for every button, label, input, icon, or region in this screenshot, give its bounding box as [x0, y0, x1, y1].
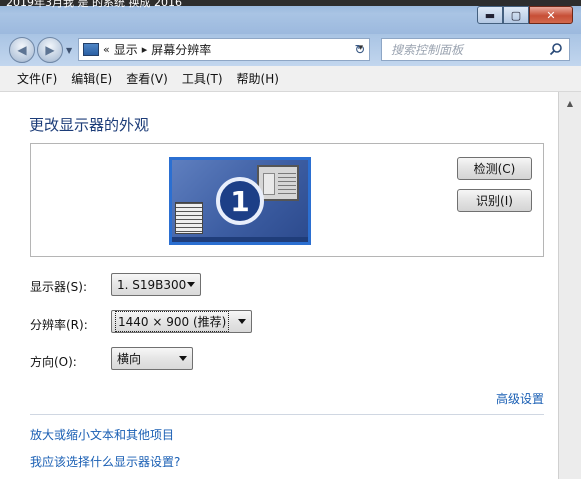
page-title: 更改显示器的外观 [29, 116, 150, 134]
display-select[interactable]: 1. S19B300 [111, 273, 201, 296]
monitor-number-badge: 1 [216, 177, 264, 225]
menu-bar: 文件(F) 编辑(E) 查看(V) 工具(T) 帮助(H) [0, 66, 581, 92]
breadcrumb-overflow[interactable]: « [103, 43, 110, 56]
content-pane: 更改显示器的外观 1 检测(C) 识别(I) 显示器(S): 1. S19B30… [0, 92, 558, 479]
divider [30, 414, 544, 415]
address-bar[interactable]: « 显示 ▸ 屏幕分辨率 ▾ [78, 38, 370, 61]
title-bar: 2019年3月我 是 的系统 换成 2016 ▬ ▢ ✕ [0, 0, 581, 34]
refresh-icon: ↻ [354, 42, 366, 58]
close-button[interactable]: ✕ [529, 6, 573, 24]
resolution-select[interactable]: 1440 × 900 (推荐) [111, 310, 252, 333]
menu-view[interactable]: 查看(V) [119, 70, 175, 87]
chevron-down-icon [187, 282, 195, 287]
close-icon: ✕ [546, 8, 556, 22]
minimize-button[interactable]: ▬ [477, 6, 503, 24]
control-panel-icon [83, 43, 99, 56]
window-controls: ▬ ▢ ✕ [477, 6, 573, 24]
forward-arrow-icon: ▶ [45, 43, 55, 57]
resolution-label: 分辨率(R): [30, 318, 88, 332]
recent-pages-dropdown-icon[interactable]: ▼ [66, 46, 72, 55]
menu-edit[interactable]: 编辑(E) [64, 70, 119, 87]
breadcrumb-screen-resolution[interactable]: 屏幕分辨率 [151, 41, 211, 58]
monitor-1-thumbnail[interactable]: 1 [169, 157, 311, 245]
minimize-icon: ▬ [484, 8, 496, 22]
window-title: 2019年3月我 是 的系统 换成 2016 [6, 0, 182, 9]
search-icon[interactable] [549, 42, 563, 56]
menu-help[interactable]: 帮助(H) [230, 70, 286, 87]
orientation-label: 方向(O): [30, 355, 77, 369]
window-thumbnail-lines [278, 173, 296, 195]
breadcrumb-display[interactable]: 显示 [114, 41, 138, 58]
display-select-value: 1. S19B300 [117, 277, 187, 292]
back-arrow-icon: ◀ [17, 43, 27, 57]
text-size-link[interactable]: 放大或缩小文本和其他项目 [30, 426, 174, 443]
chevron-down-icon [179, 356, 187, 361]
display-label: 显示器(S): [30, 280, 88, 294]
search-box[interactable] [381, 38, 570, 61]
back-button[interactable]: ◀ [9, 37, 35, 63]
menu-file[interactable]: 文件(F) [10, 70, 64, 87]
maximize-icon: ▢ [510, 8, 522, 22]
advanced-settings-link[interactable]: 高级设置 [496, 390, 544, 407]
resolution-select-value: 1440 × 900 (推荐) [115, 311, 230, 332]
display-preview: 1 检测(C) 识别(I) [30, 143, 544, 257]
forward-button[interactable]: ▶ [37, 37, 63, 63]
document-thumbnail-icon [175, 202, 203, 234]
identify-button[interactable]: 识别(I) [457, 189, 532, 212]
orientation-select-value: 横向 [117, 352, 142, 366]
search-input[interactable] [391, 42, 541, 57]
breadcrumb-separator-icon[interactable]: ▸ [142, 43, 148, 56]
vertical-scrollbar[interactable]: ▲ [558, 92, 581, 479]
taskbar-thumbnail [172, 237, 308, 242]
chevron-down-icon [238, 319, 246, 324]
window-thumbnail-sidebar [263, 173, 275, 195]
maximize-button[interactable]: ▢ [503, 6, 529, 24]
display-settings-help-link[interactable]: 我应该选择什么显示器设置? [30, 453, 180, 470]
menu-tools[interactable]: 工具(T) [175, 70, 230, 87]
detect-button[interactable]: 检测(C) [457, 157, 532, 180]
orientation-select[interactable]: 横向 [111, 347, 193, 370]
navigation-bar: ◀ ▶ ▼ « 显示 ▸ 屏幕分辨率 ▾ ↻ [0, 34, 581, 66]
refresh-button[interactable]: ↻ [349, 40, 371, 60]
scroll-up-icon[interactable]: ▲ [563, 96, 577, 110]
